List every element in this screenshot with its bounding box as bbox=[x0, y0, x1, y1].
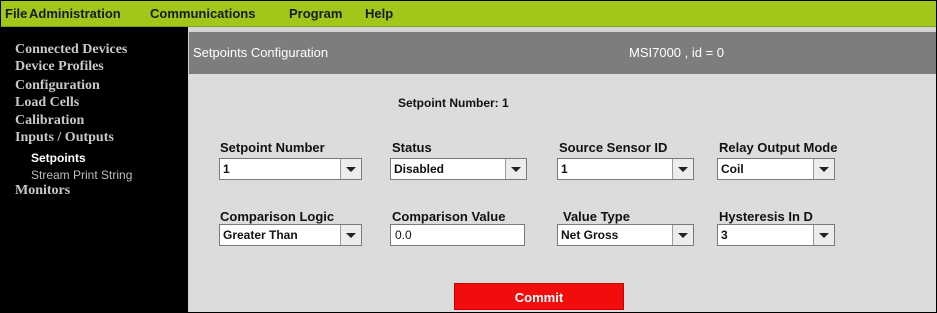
sidebar-item-monitors[interactable]: Monitors bbox=[15, 183, 70, 199]
panel-header: Setpoints Configuration MSI7000 , id = 0 bbox=[189, 32, 936, 74]
hysteresis-select[interactable]: 3 bbox=[717, 224, 835, 246]
chevron-down-icon[interactable] bbox=[813, 225, 834, 245]
status-label: Status bbox=[392, 140, 432, 155]
source-sensor-id-label: Source Sensor ID bbox=[559, 140, 668, 155]
chevron-down-icon[interactable] bbox=[340, 159, 361, 179]
relay-output-mode-label: Relay Output Mode bbox=[719, 140, 838, 155]
panel-title: Setpoints Configuration bbox=[193, 45, 329, 60]
chevron-down-icon[interactable] bbox=[672, 225, 693, 245]
chevron-down-icon[interactable] bbox=[505, 159, 526, 179]
menu-communications[interactable]: Communications bbox=[150, 6, 255, 21]
menu-file[interactable]: File bbox=[5, 6, 27, 21]
chevron-down-icon[interactable] bbox=[813, 159, 834, 179]
sidebar-item-connected-devices[interactable]: Connected Devices bbox=[15, 42, 127, 58]
setpoints-form: Setpoint Number: 1 Setpoint Number 1 Sta… bbox=[189, 74, 936, 312]
sidebar-item-configuration[interactable]: Configuration bbox=[15, 78, 100, 94]
chevron-down-icon[interactable] bbox=[672, 159, 693, 179]
hysteresis-value: 3 bbox=[721, 228, 728, 242]
status-value: Disabled bbox=[394, 162, 445, 176]
sidebar-item-setpoints[interactable]: Setpoints bbox=[31, 150, 86, 166]
source-sensor-id-select[interactable]: 1 bbox=[557, 158, 694, 180]
app-window: File Administration Communications Progr… bbox=[0, 0, 937, 313]
relay-output-mode-value: Coil bbox=[721, 162, 744, 176]
setpoint-number-value: 1 bbox=[223, 162, 230, 176]
sidebar-item-stream-print-string[interactable]: Stream Print String bbox=[31, 167, 132, 183]
sidebar-item-calibration[interactable]: Calibration bbox=[15, 113, 84, 129]
device-label: MSI7000 , id = 0 bbox=[629, 45, 725, 60]
value-type-value: Net Gross bbox=[561, 228, 619, 242]
relay-output-mode-select[interactable]: Coil bbox=[717, 158, 835, 180]
sidebar-item-load-cells[interactable]: Load Cells bbox=[15, 95, 79, 111]
comparison-value-field[interactable] bbox=[390, 224, 525, 246]
value-type-select[interactable]: Net Gross bbox=[557, 224, 694, 246]
chevron-down-icon[interactable] bbox=[340, 225, 361, 245]
menu-administration[interactable]: Administration bbox=[29, 6, 121, 21]
comparison-value-label: Comparison Value bbox=[392, 209, 506, 224]
value-type-label: Value Type bbox=[563, 209, 630, 224]
comparison-value-input[interactable] bbox=[391, 225, 524, 245]
setpoint-number-select[interactable]: 1 bbox=[219, 158, 362, 180]
sidebar-item-device-profiles[interactable]: Device Profiles bbox=[15, 59, 104, 75]
menu-help[interactable]: Help bbox=[365, 6, 393, 21]
menu-program[interactable]: Program bbox=[289, 6, 342, 21]
setpoint-number-heading: Setpoint Number: 1 bbox=[398, 96, 509, 110]
comparison-logic-select[interactable]: Greater Than bbox=[219, 224, 362, 246]
sidebar-item-inputs-outputs[interactable]: Inputs / Outputs bbox=[15, 130, 114, 146]
sidebar: Connected Devices Device Profiles Config… bbox=[1, 27, 188, 312]
status-select[interactable]: Disabled bbox=[390, 158, 527, 180]
setpoint-number-label: Setpoint Number bbox=[220, 140, 325, 155]
comparison-logic-value: Greater Than bbox=[223, 228, 298, 242]
hysteresis-label: Hysteresis In D bbox=[719, 209, 813, 224]
source-sensor-id-value: 1 bbox=[561, 162, 568, 176]
commit-button[interactable]: Commit bbox=[454, 283, 624, 310]
menu-bar: File Administration Communications Progr… bbox=[1, 1, 936, 27]
comparison-logic-label: Comparison Logic bbox=[220, 209, 335, 224]
